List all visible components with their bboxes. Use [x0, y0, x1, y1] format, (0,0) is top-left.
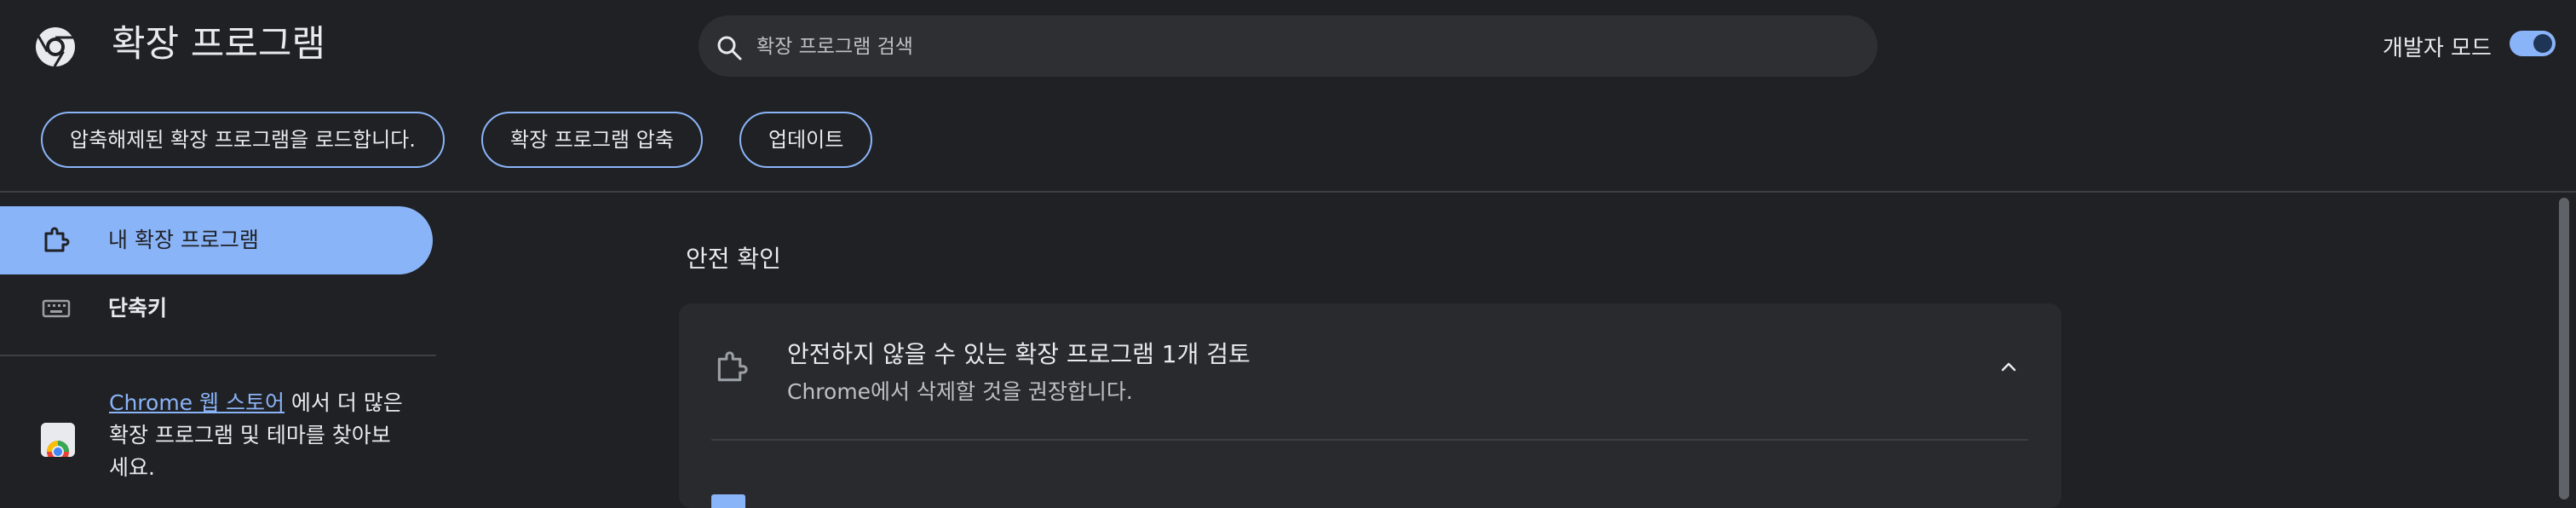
load-unpacked-button[interactable]: 압축해제된 확장 프로그램을 로드합니다. [41, 112, 445, 168]
chrome-logo-icon [36, 27, 75, 67]
puzzle-icon [717, 351, 748, 382]
update-button[interactable]: 업데이트 [739, 112, 873, 168]
web-store-link[interactable]: Chrome 웹 스토어 [109, 390, 285, 415]
web-store-icon [41, 423, 75, 457]
header: 확장 프로그램 개발자 모드 [0, 0, 2576, 92]
sidebar-item-my-extensions[interactable]: 내 확장 프로그램 [0, 206, 433, 274]
scrollbar[interactable] [2554, 193, 2576, 499]
card-subtitle: Chrome에서 삭제할 것을 권장합니다. [787, 379, 1133, 404]
promo-text: 확장 프로그램 및 테마를 찾아보 [109, 423, 391, 447]
toggle-knob [2533, 34, 2552, 53]
promo-text: 세요. [109, 455, 155, 480]
sidebar-item-label: 단축키 [108, 296, 168, 320]
extension-checkbox[interactable] [711, 494, 745, 508]
developer-mode-label: 개발자 모드 [2383, 36, 2492, 61]
search-bar[interactable] [699, 15, 1877, 78]
page-title: 확장 프로그램 [112, 23, 326, 66]
pack-extension-button[interactable]: 확장 프로그램 압축 [481, 112, 703, 168]
keyboard-icon [42, 299, 71, 318]
sidebar-item-shortcuts[interactable]: 단축키 [0, 274, 433, 343]
sidebar-item-label: 내 확장 프로그램 [108, 228, 259, 252]
safety-check-card: 안전하지 않을 수 있는 확장 프로그램 1개 검토 Chrome에서 삭제할 … [679, 303, 2061, 508]
scrollbar-thumb[interactable] [2559, 198, 2569, 499]
safety-check-heading: 안전 확인 [686, 245, 781, 273]
puzzle-icon [44, 227, 70, 252]
card-divider [711, 439, 2028, 441]
card-title: 안전하지 않을 수 있는 확장 프로그램 1개 검토 [787, 340, 1251, 368]
toolbar: 압축해제된 확장 프로그램을 로드합니다. 확장 프로그램 압축 업데이트 [0, 92, 2576, 193]
sidebar: 내 확장 프로그램 단축키 Chrome 웹 스토어 에서 더 많은 확장 프로… [0, 193, 436, 499]
sidebar-divider [0, 355, 436, 356]
search-icon [717, 36, 742, 61]
developer-mode-toggle[interactable] [2510, 31, 2556, 56]
chevron-up-icon[interactable] [1997, 355, 2021, 378]
promo-text: 에서 더 많은 [290, 390, 403, 415]
search-input[interactable] [755, 15, 1849, 78]
web-store-promo: Chrome 웹 스토어 에서 더 많은 확장 프로그램 및 테마를 찾아보 세… [109, 387, 424, 484]
